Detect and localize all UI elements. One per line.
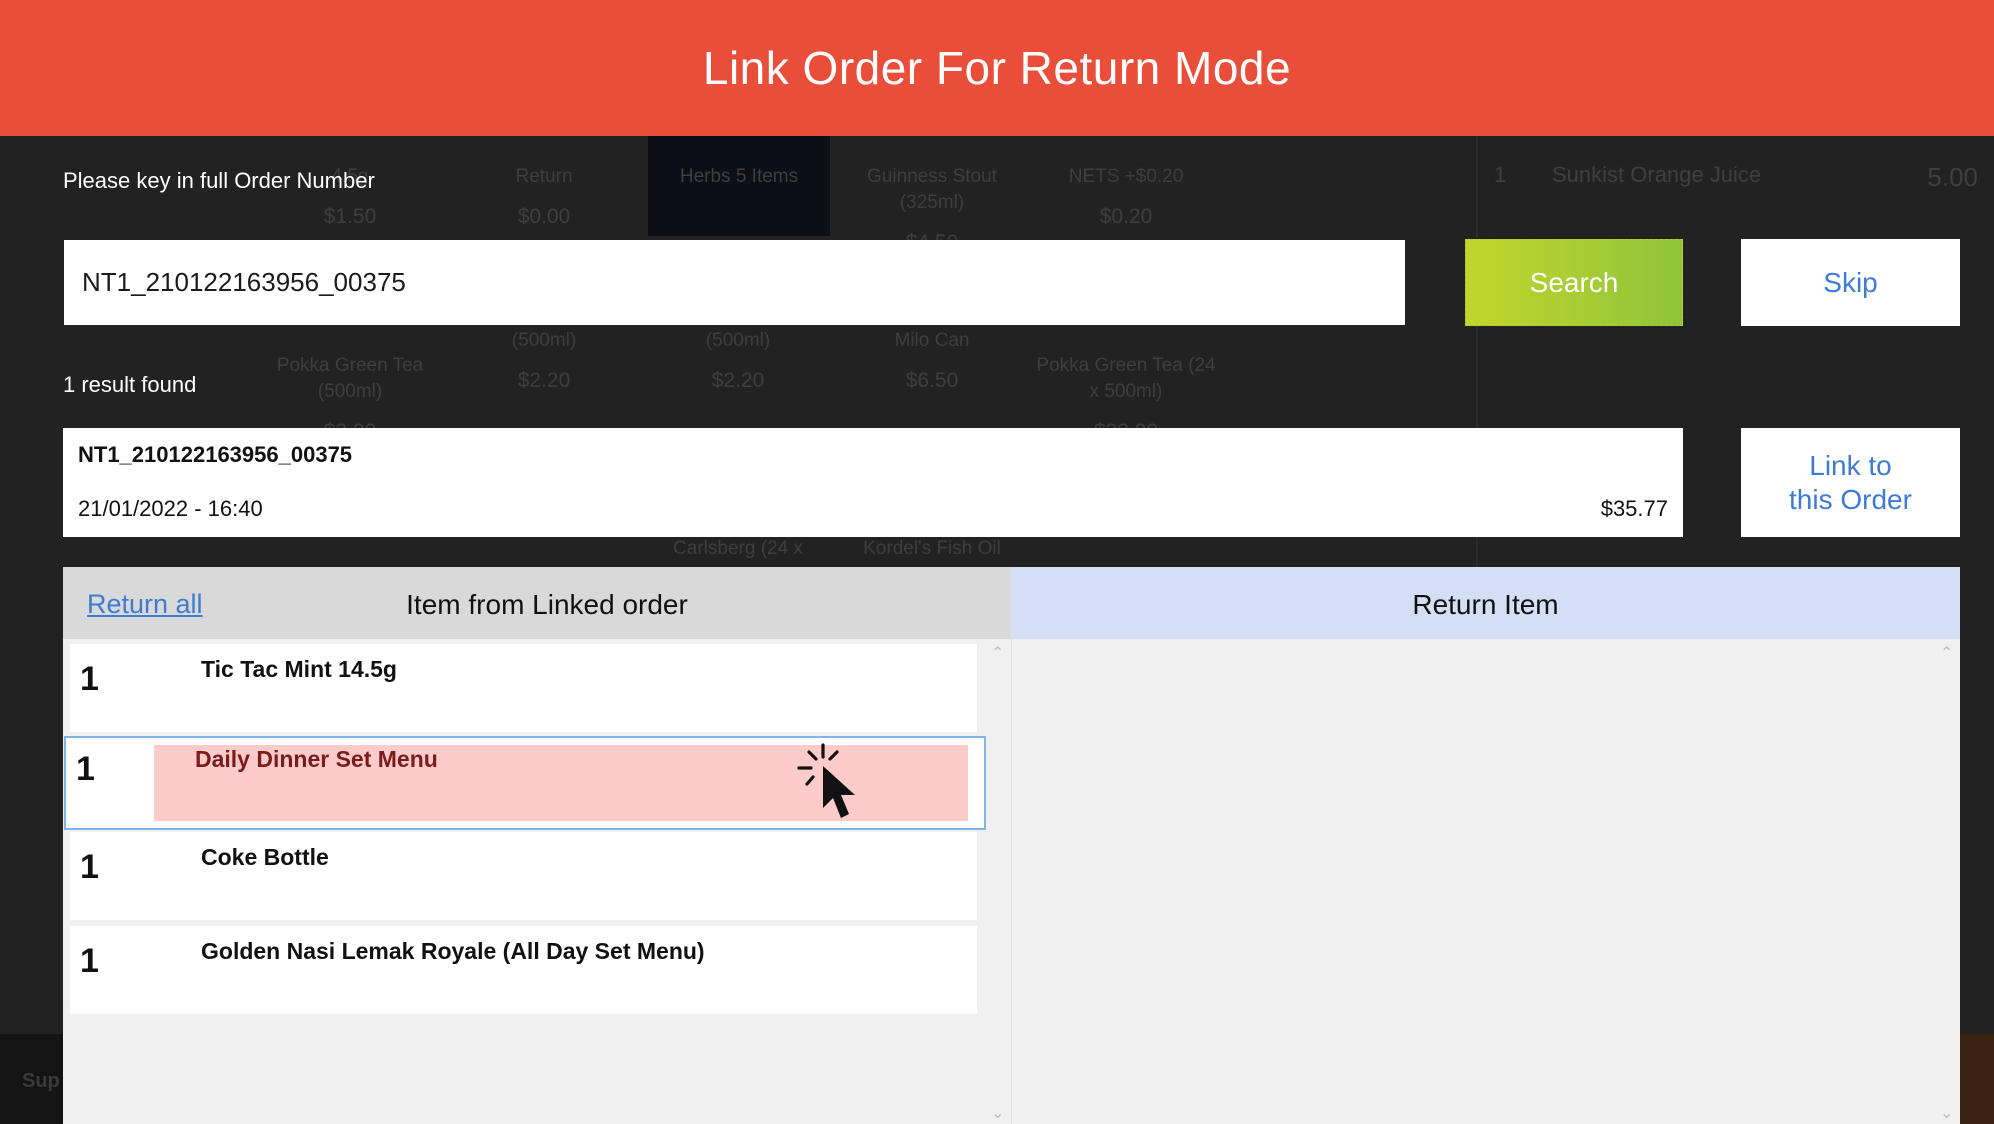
linked-item-row[interactable]: 1 Tic Tac Mint 14.5g — [70, 644, 977, 732]
return-item-panel-title: Return Item — [1412, 589, 1559, 620]
order-number-input[interactable] — [64, 240, 1405, 325]
item-quantity: 1 — [80, 660, 99, 698]
item-name: Daily Dinner Set Menu — [195, 746, 438, 772]
bg-tile-price: $6.50 — [905, 369, 959, 392]
bg-tile-price: $1.50 — [323, 205, 377, 228]
search-button[interactable]: Search — [1465, 239, 1683, 326]
item-quantity: 1 — [80, 942, 99, 980]
item-quantity: 1 — [80, 848, 99, 886]
bg-cart-price: 5.00 — [1927, 162, 1978, 192]
bg-tile-name: Guinness Stout (325ml) — [867, 166, 997, 213]
link-label-line2: this Order — [1789, 483, 1912, 515]
item-name: Tic Tac Mint 14.5g — [201, 656, 397, 682]
bg-cart-name: Sunkist Orange Juice — [1552, 162, 1762, 187]
result-order-number: NT1_210122163956_00375 — [78, 442, 353, 467]
modal-header: Link Order For Return Mode — [0, 0, 1994, 136]
bg-tile-name: Pokka Green Tea (500ml) — [276, 355, 424, 402]
bg-tile-price: $2.20 — [517, 369, 571, 392]
linked-order-item-list: ⌃ ⌄ 1 Tic Tac Mint 14.5g 1 Daily Dinner … — [63, 639, 1011, 1124]
scroll-down-icon[interactable]: ⌄ — [991, 1103, 1004, 1123]
bg-tile-name: (500ml) — [705, 330, 771, 351]
link-button-label: Link to this Order — [1789, 449, 1912, 517]
click-cursor-icon — [797, 743, 855, 818]
result-count: 1 result found — [63, 372, 197, 397]
bg-cart-line: 1 Sunkist Orange Juice 5.00 — [1478, 150, 1978, 210]
return-item-panel-header: Return Item — [1011, 567, 1960, 639]
return-item-list: ⌃ ⌄ — [1011, 639, 1960, 1124]
scroll-up-icon[interactable]: ⌃ — [991, 643, 1004, 663]
link-label-line1: Link to — [1809, 449, 1892, 481]
bg-tile-name: Pokka Green Tea (24 x 500ml) — [1036, 355, 1216, 402]
item-name: Golden Nasi Lemak Royale (All Day Set Me… — [201, 938, 705, 964]
link-to-order-button[interactable]: Link to this Order — [1741, 428, 1960, 537]
result-total: $35.77 — [1600, 496, 1668, 521]
scroll-up-icon[interactable]: ⌃ — [1940, 643, 1953, 663]
return-all-link[interactable]: Return all — [87, 589, 203, 620]
bg-bottom-label: Sup — [22, 1070, 60, 1092]
linked-order-panel-title: Item from Linked order — [406, 589, 688, 620]
bg-tile-name: Milo Can — [894, 330, 970, 351]
bg-tile-price: $0.20 — [1099, 205, 1153, 228]
bg-tile-price: $2.20 — [711, 369, 765, 392]
linked-item-row[interactable]: 1 Coke Bottle — [70, 832, 977, 920]
bg-tile-name: NETS +$0.20 — [1068, 166, 1184, 187]
bg-tile-name: Return — [515, 166, 573, 187]
bg-tile-price: $0.00 — [517, 205, 571, 228]
modal-title: Link Order For Return Mode — [702, 42, 1292, 94]
order-number-prompt: Please key in full Order Number — [63, 168, 375, 193]
bg-cart-qty: 1 — [1494, 162, 1507, 187]
item-name: Coke Bottle — [201, 844, 329, 870]
bg-tile-name: (500ml) — [511, 330, 577, 351]
scroll-down-icon[interactable]: ⌄ — [1940, 1103, 1953, 1123]
order-result-card[interactable]: NT1_210122163956_00375 21/01/2022 - 16:4… — [63, 428, 1683, 537]
skip-button[interactable]: Skip — [1741, 239, 1960, 326]
item-quantity: 1 — [76, 750, 95, 788]
bg-tile-name: Carlsberg (24 x — [673, 538, 803, 559]
linked-item-row[interactable]: 1 Golden Nasi Lemak Royale (All Day Set … — [70, 926, 977, 1014]
bg-tile-name: Kordel's Fish Oil — [863, 538, 1001, 559]
linked-order-panel-header: Item from Linked order Return all — [63, 567, 1011, 639]
bg-tile-herbs: Herbs 5 Items — [648, 136, 830, 236]
bg-tile-name: Herbs 5 Items — [679, 166, 799, 187]
result-datetime: 21/01/2022 - 16:40 — [78, 496, 263, 521]
